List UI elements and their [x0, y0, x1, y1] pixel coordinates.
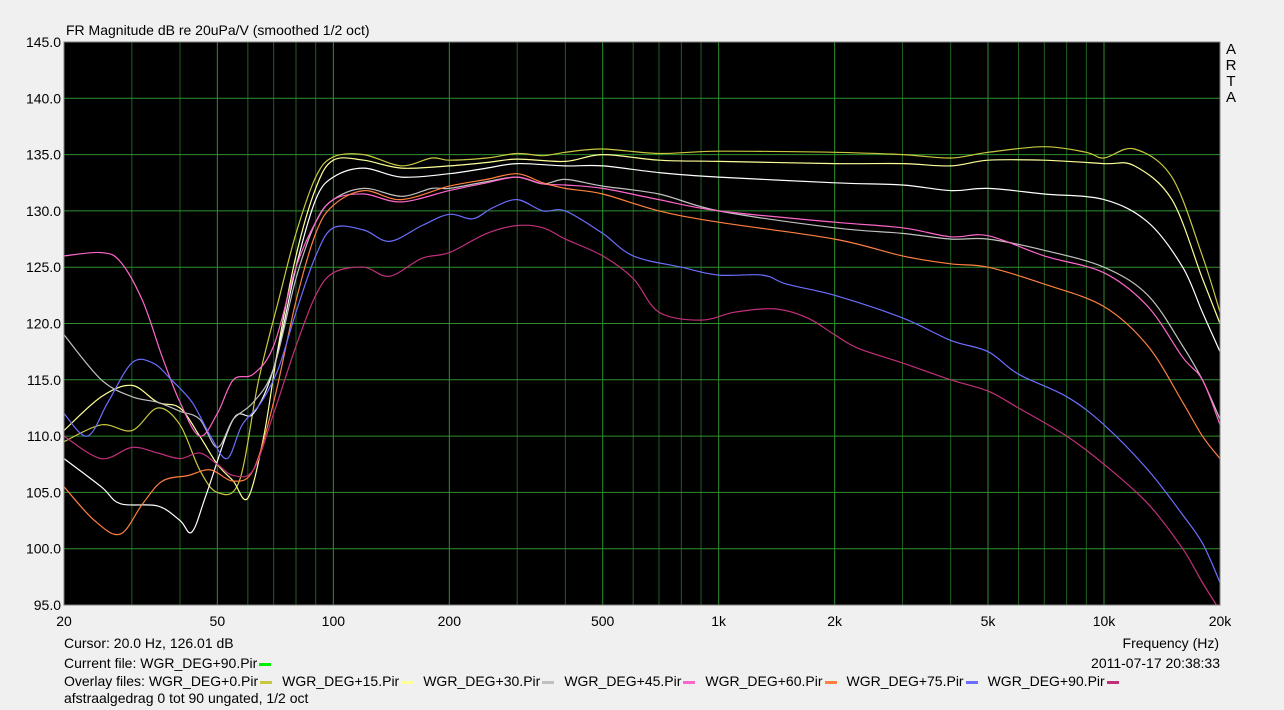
- x-tick-label: 50: [210, 613, 226, 629]
- overlay-file-name: WGR_DEG+45.Pir: [564, 673, 682, 689]
- x-tick-label: 200: [438, 613, 462, 629]
- frequency-response-chart[interactable]: 95.0 100.0 105.0 110.0 115.0 120.0 125.0 130.0 1…: [0, 0, 1284, 710]
- y-tick-label: 130.0: [26, 203, 61, 219]
- y-tick-label: 95.0: [34, 597, 61, 613]
- overlay-file-name: WGR_DEG+0.Pir: [148, 673, 259, 689]
- overlay-swatch: [683, 680, 696, 684]
- chart-title: FR Magnitude dB re 20uPa/V (smoothed 1/2…: [66, 22, 370, 38]
- overlay-file-name: WGR_DEG+30.Pir: [423, 673, 541, 689]
- x-tick-label: 1k: [711, 613, 727, 629]
- y-tick-label: 145.0: [26, 34, 61, 50]
- overlay-list: WGR_DEG+0.Pir WGR_DEG+15.Pir WGR_DEG+30.Pi…: [149, 673, 1129, 689]
- overlay-file-name: WGR_DEG+75.Pir: [846, 673, 964, 689]
- y-tick-label: 110.0: [27, 428, 61, 444]
- y-tick-label: 140.0: [26, 90, 61, 106]
- current-file-swatch: [259, 662, 272, 666]
- brand-letter: T: [1226, 73, 1236, 90]
- overlay-label: Overlay files:: [64, 673, 145, 689]
- overlay-file-name: WGR_DEG+60.Pir: [705, 673, 823, 689]
- overlay-swatch: [542, 680, 555, 684]
- x-tick-label: 100: [322, 613, 346, 629]
- y-tick-label: 115.0: [27, 372, 61, 388]
- current-file: Current file: WGR_DEG+90.Pir: [64, 655, 281, 671]
- cursor-readout: Cursor: 20.0 Hz, 126.01 dB: [64, 635, 234, 651]
- overlay-swatch: [965, 680, 978, 684]
- overlay-files: Overlay files: WGR_DEG+0.Pir WGR_DEG+15.P…: [64, 673, 1129, 689]
- y-tick-label: 135.0: [26, 147, 61, 163]
- brand-letter: R: [1225, 57, 1237, 74]
- x-tick-label: 20k: [1209, 613, 1233, 629]
- y-tick-label: 100.0: [26, 541, 61, 557]
- overlay-swatch: [1106, 680, 1119, 684]
- overlay-swatch: [824, 680, 837, 684]
- brand-letter: A: [1225, 41, 1236, 58]
- x-tick-label: 2k: [827, 613, 843, 629]
- overlay-file-name: WGR_DEG+90.Pir: [987, 673, 1105, 689]
- overlay-file-name: WGR_DEG+15.Pir: [282, 673, 400, 689]
- overlay-swatch: [401, 680, 414, 684]
- y-tick-label: 105.0: [26, 484, 61, 500]
- comment-text: afstraalgedrag 0 tot 90 ungated, 1/2 oct: [64, 690, 309, 706]
- overlay-swatch: [260, 680, 273, 684]
- current-file-label: Current file: WGR_DEG+90.Pir: [64, 655, 258, 671]
- x-tick-label: 5k: [981, 613, 997, 629]
- x-tick-label: 10k: [1093, 613, 1117, 629]
- y-tick-label: 125.0: [26, 259, 61, 275]
- x-axis-label: Frequency (Hz): [1122, 635, 1219, 651]
- y-tick-label: 120.0: [26, 316, 61, 332]
- x-tick-label: 20: [56, 613, 72, 629]
- arta-logo: A R T A: [1224, 42, 1238, 106]
- x-tick-label: 500: [591, 613, 615, 629]
- brand-letter: A: [1225, 89, 1236, 106]
- timestamp: 2011-07-17 20:38:33: [1091, 655, 1220, 671]
